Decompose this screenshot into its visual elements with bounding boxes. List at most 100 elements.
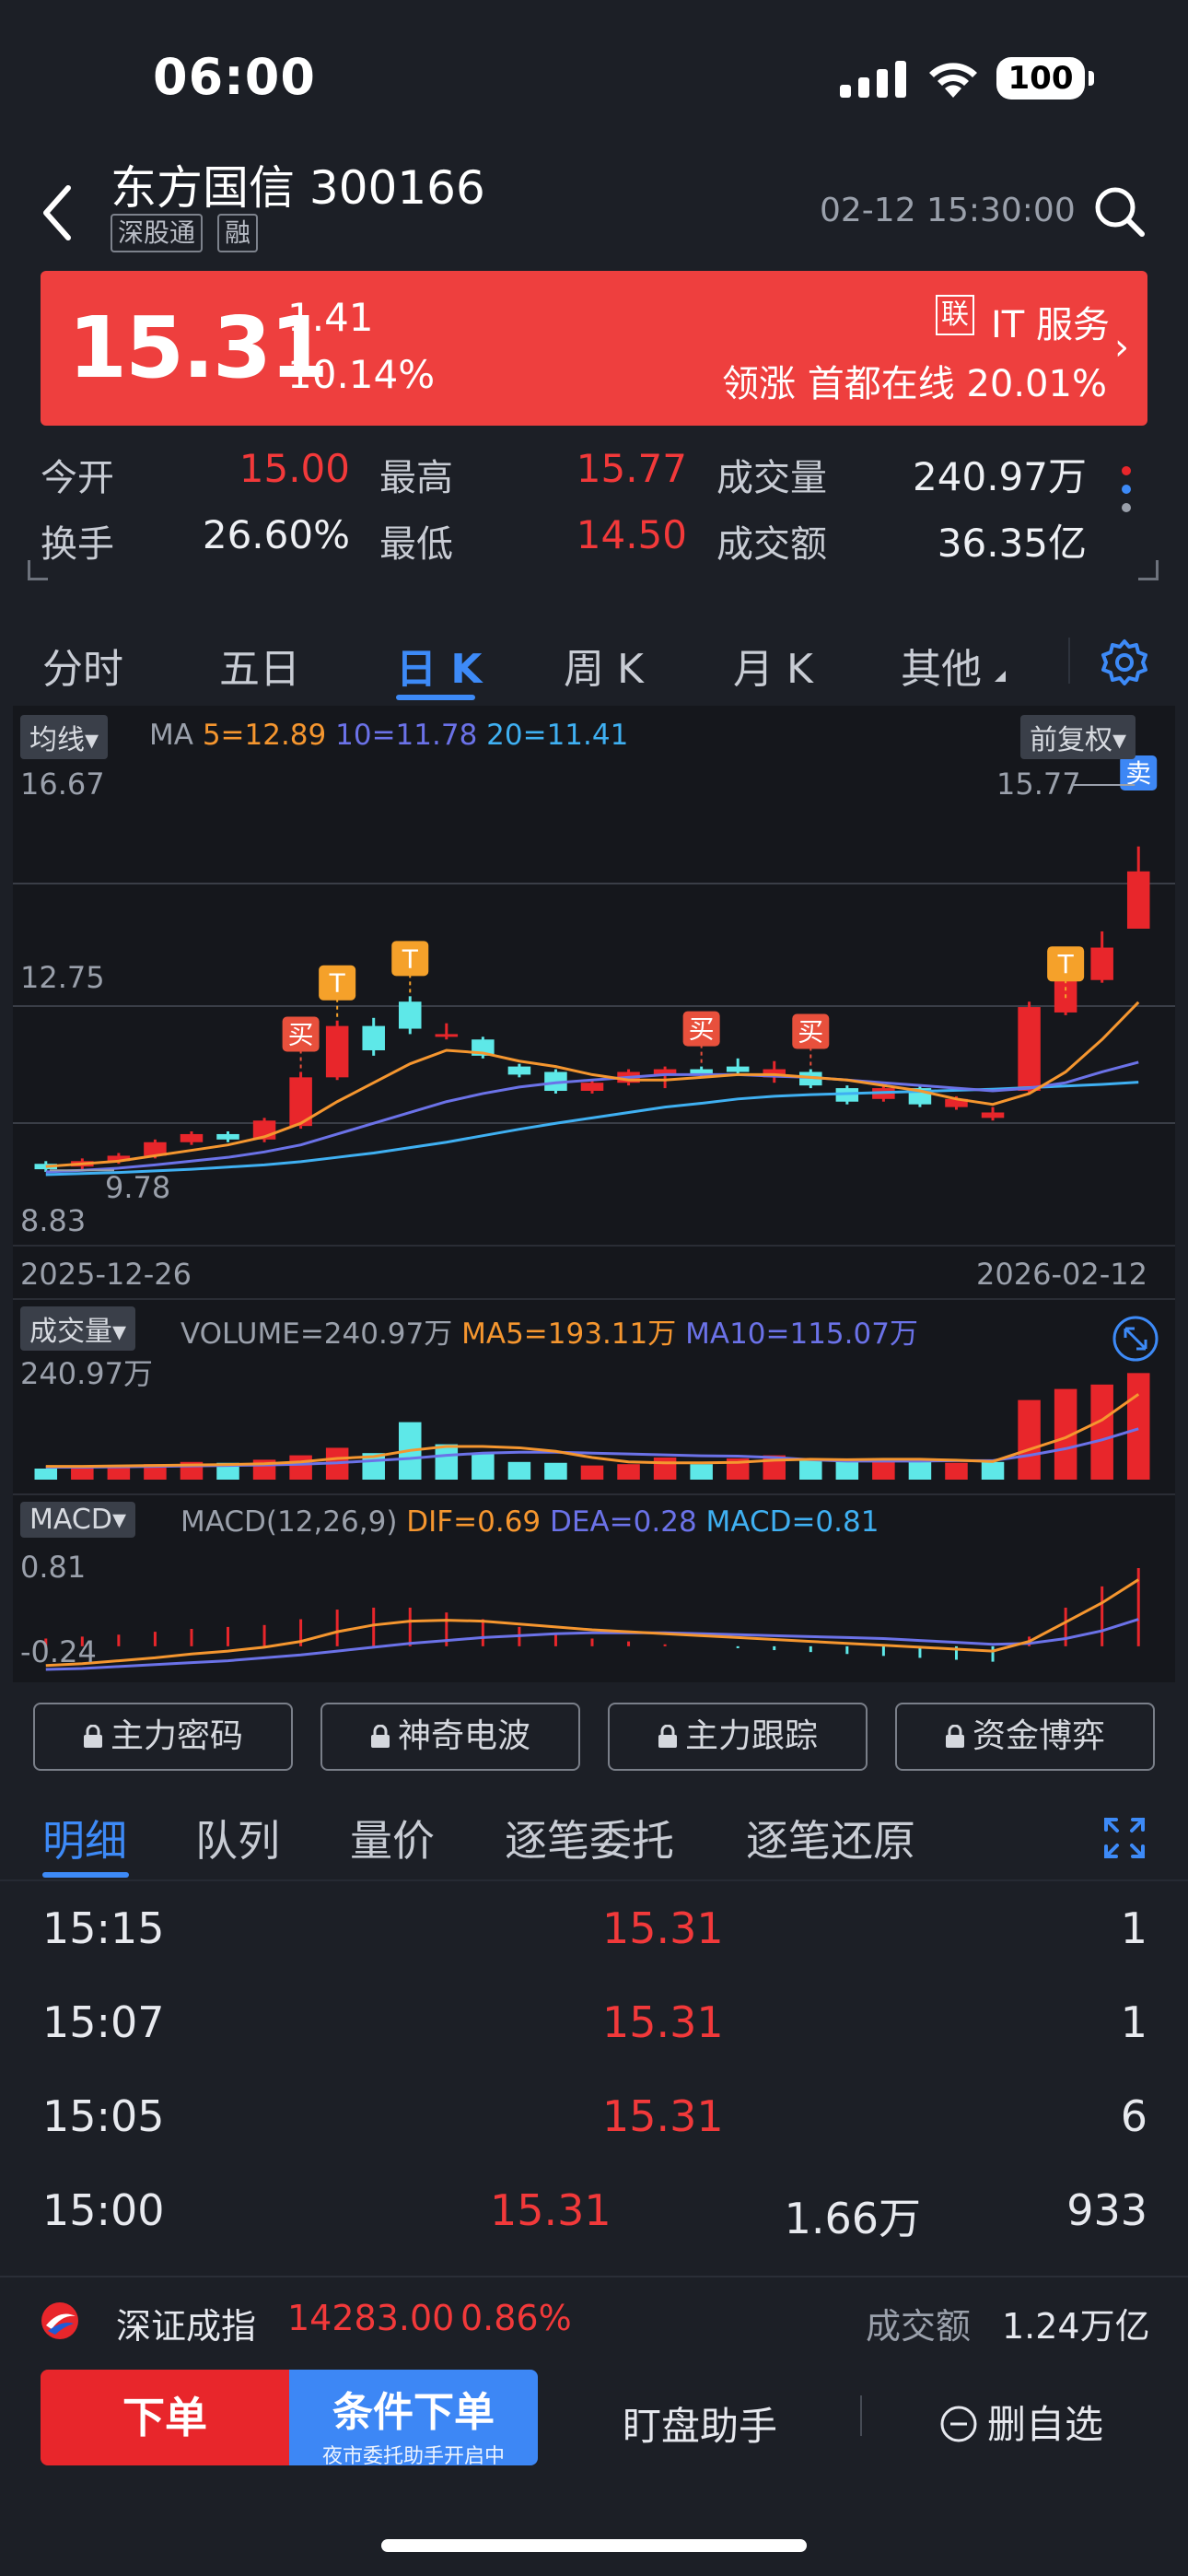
candle-body [726,1066,750,1072]
indicator-label: 主力密码 [110,1717,243,1755]
tab-detail[interactable]: 明细 [42,1808,127,1868]
order-button[interactable]: 下单 [41,2370,289,2465]
macd-text: MACD(12,26,9) [181,1505,398,1539]
quote-datetime: 02-12 15:30:00 [820,192,1076,229]
macd-value: MACD=0.81 [705,1505,879,1539]
volume-bar [690,1464,713,1480]
y-axis-top: 16.67 [20,767,105,802]
ma-chip-label: 均线 [29,724,85,756]
battery-icon: 100 [996,57,1094,100]
indicator-main-password-button[interactable]: 主力密码 [33,1703,293,1771]
volume-bar [908,1459,932,1480]
volume-chip-label: 成交量 [29,1316,112,1348]
candle-body [216,1133,239,1140]
volume-axis-top: 240.97万 [20,1356,153,1391]
index-bar[interactable]: 深证成指 14283.00 0.86% 成交额 1.24万亿 [0,2276,1188,2364]
high-value: 15.77 [576,446,687,491]
wifi-icon [929,63,977,98]
remove-watchlist-label: 删自选 [987,2402,1104,2447]
candle-body [507,1066,531,1075]
watch-assistant-button[interactable]: 盯盘助手 [623,2395,777,2452]
tab-intraday[interactable]: 分时 [42,636,123,695]
volume-bar [507,1461,531,1480]
sector-name: IT 服务 [991,304,1110,346]
tab-divider [1068,638,1070,684]
volume-bar [653,1458,677,1480]
table-row: 15:15 15.31 1 [0,1883,1188,1977]
lock-icon [658,1725,677,1748]
conditional-order-sub: 夜市委托助手开启中 [321,2445,505,2468]
expand-icon[interactable] [1103,1817,1146,1859]
index-amount-label: 成交额 [866,2306,972,2347]
tick-volume: 1 [1120,1903,1147,1953]
tab-monthly-k[interactable]: 月 K [733,636,813,695]
macd-axis-low: -0.24 [20,1634,97,1669]
indicator-label: 主力跟踪 [684,1717,818,1755]
index-logo-icon [41,2302,78,2339]
indicator-label: 神奇电波 [397,1717,530,1755]
volume-label: 成交量 [716,457,827,499]
more-dots-icon[interactable] [1122,466,1133,521]
sector-tag: 联 [936,295,974,335]
dif-line [45,1578,1140,1668]
tab-daily-k[interactable]: 日 K [396,636,482,695]
tick-price: 15.31 [602,1903,724,1953]
tab-order-by-order[interactable]: 逐笔委托 [505,1808,674,1868]
ma20-line [45,1081,1139,1177]
tab-queue[interactable]: 队列 [195,1808,280,1868]
candle-body [435,1034,459,1037]
candle-body [1126,871,1150,929]
adjust-dropdown[interactable]: 前复权▾ [1020,715,1136,759]
tick-volume: 1 [1120,1997,1147,2047]
tick-time: 15:05 [42,2091,165,2141]
remove-watchlist-button[interactable]: 删自选 [939,2394,1103,2450]
status-time: 06:00 [153,48,316,106]
macd-dropdown[interactable]: MACD▾ [20,1502,135,1538]
tab-tick-restore[interactable]: 逐笔还原 [746,1808,915,1868]
indicator-capital-game-button[interactable]: 资金博弈 [895,1703,1155,1771]
search-icon[interactable] [1092,184,1147,240]
chevron-right-icon: › [1114,326,1129,369]
index-value: 14283.00 [287,2298,455,2338]
buy-marker: 买 [288,1019,314,1049]
macd-chip-label: MACD [29,1504,112,1536]
kline-tabs: 分时 五日 日 K 周 K 月 K 其他 [0,615,1188,704]
adjust-chip-label: 前复权 [1030,724,1112,756]
table-row: 15:00 15.31 1.66万 933 [0,2165,1188,2259]
ma5-value: 5=12.89 [202,719,327,752]
gear-icon[interactable] [1100,638,1149,687]
ma-dropdown[interactable]: 均线▾ [20,715,109,759]
tab-volume-price[interactable]: 量价 [350,1808,435,1868]
macd-dif: DIF=0.69 [406,1505,542,1539]
trade-markers: 买TT买 买T卖 [50,755,1158,1172]
volume-dropdown[interactable]: 成交量▾ [20,1306,136,1351]
table-row: 15:05 15.31 6 [0,2071,1188,2165]
volume-bar [1018,1399,1041,1480]
t-marker: T [329,968,346,999]
fullscreen-chart-icon[interactable] [1111,1314,1160,1364]
kline-chart-area[interactable]: 买TT买买T卖 均线▾ MA 5=12.89 10=11.78 20=11.41… [13,706,1175,1682]
high-label: 最高 [379,457,453,499]
volume-ma10: MA10=115.07万 [685,1317,918,1351]
buy-marker: 买 [798,1017,823,1048]
detail-tab-indicator [42,1872,129,1878]
conditional-order-button[interactable]: 条件下单 夜市委托助手开启中 [289,2370,538,2468]
tab-other[interactable]: 其他 [901,636,982,695]
candle-body [1018,1007,1041,1092]
conditional-order-label: 条件下单 [332,2389,495,2436]
tick-price: 15.31 [602,1997,724,2047]
tab-five-day[interactable]: 五日 [219,636,300,695]
candle-body [1090,947,1113,980]
ma-label: MA [149,719,193,752]
indicator-label: 资金博弈 [972,1717,1105,1755]
open-value: 15.00 [239,446,350,491]
price-banner[interactable]: 15.31 1.41 10.14% 联 IT 服务 领涨 首都在线 20.01%… [41,271,1147,426]
indicator-magic-wave-button[interactable]: 神奇电波 [320,1703,580,1771]
ma20-value: 20=11.41 [486,719,629,752]
back-arrow-icon[interactable] [37,181,81,245]
volume-bar [544,1462,567,1480]
volume-bar [617,1464,640,1480]
tab-weekly-k[interactable]: 周 K [564,636,644,695]
candle-body [398,1001,422,1029]
indicator-main-tracking-button[interactable]: 主力跟踪 [608,1703,868,1771]
